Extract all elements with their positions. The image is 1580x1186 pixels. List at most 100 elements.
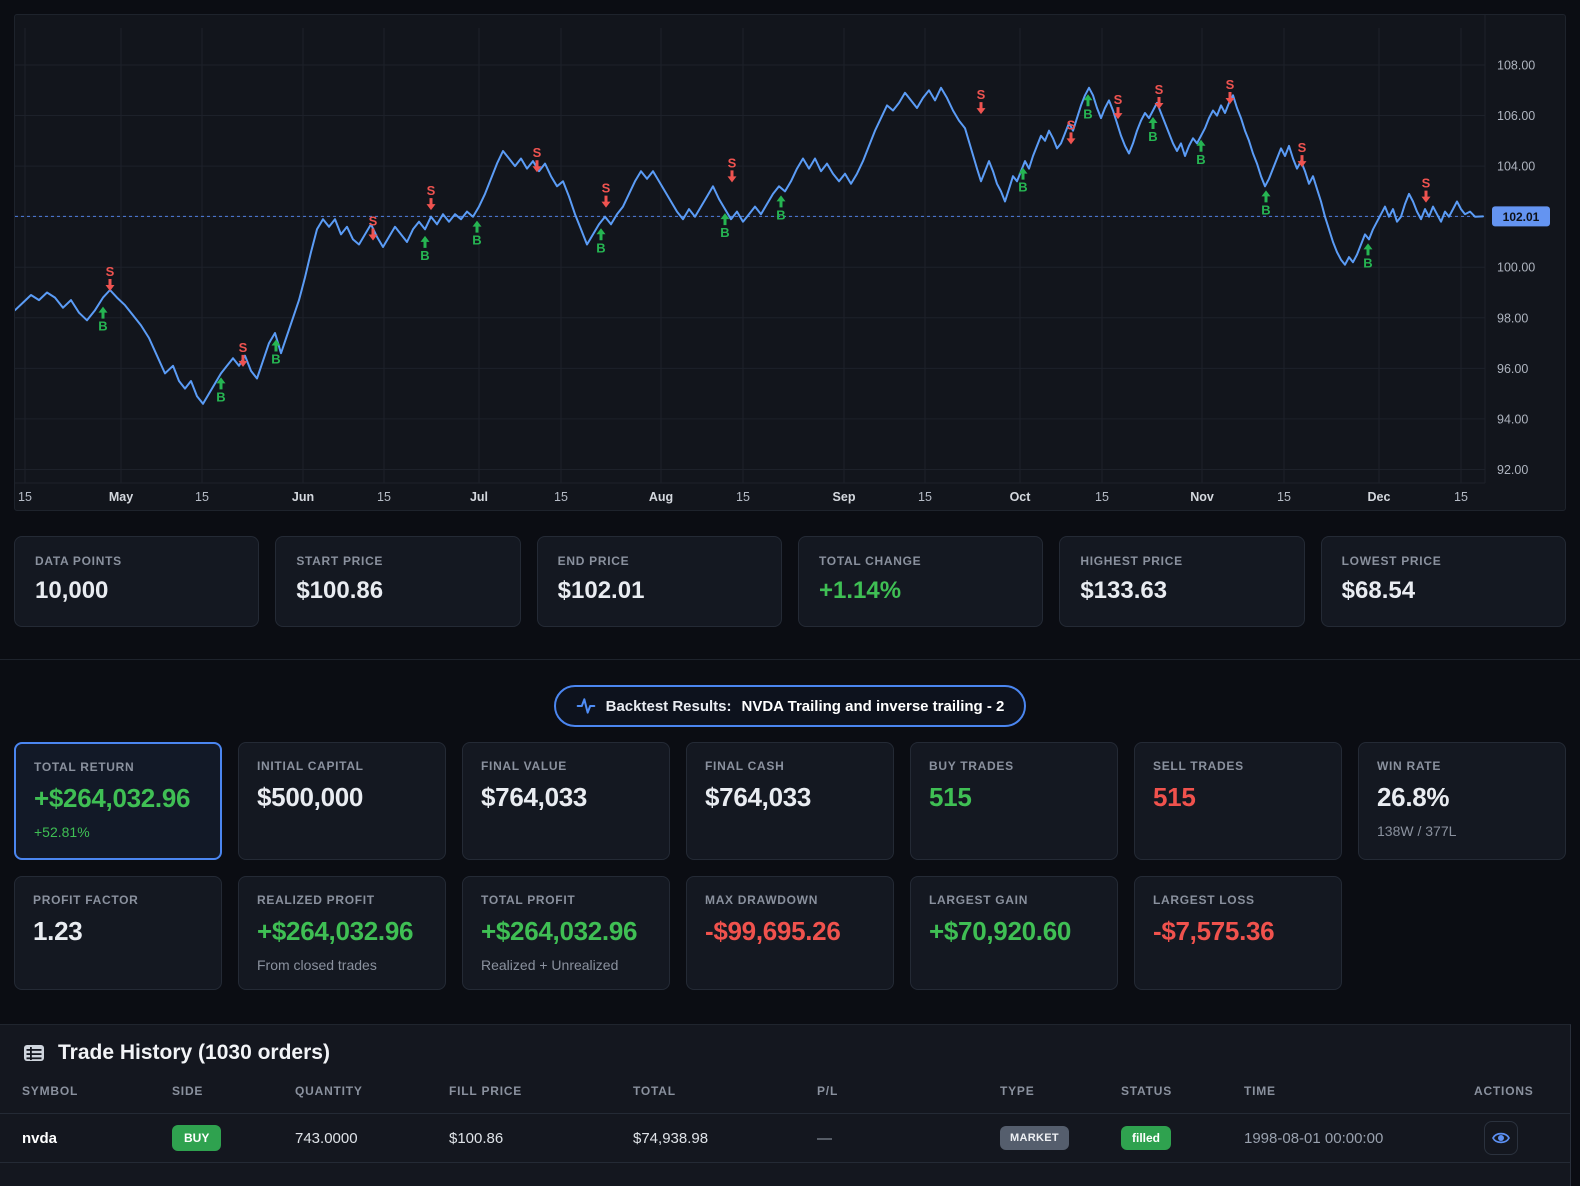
result-label: MAX DRAWDOWN [705,893,819,907]
result-value: 1.23 [33,916,83,946]
result-sub: Realized + Unrealized [481,957,619,973]
stat-card-end-price: END PRICE $102.01 [536,536,782,627]
svg-text:S: S [1155,82,1164,97]
price-chart[interactable]: 108.00 106.00 104.00 100.00 98.00 96.00 94.00 9… [14,14,1566,511]
svg-text:Dec: Dec [1368,490,1391,504]
result-card-total-return[interactable]: TOTAL RETURN +$264,032.96 +52.81% [14,742,222,860]
backtest-results-badge[interactable]: Backtest Results: NVDA Trailing and inver… [553,685,1027,727]
stat-value: $102.01 [557,577,645,604]
svg-text:S: S [533,145,542,160]
result-label: FINAL CASH [705,759,785,773]
price-chart-svg[interactable]: 108.00 106.00 104.00 100.00 98.00 96.00 94.00 9… [15,15,1567,512]
svg-text:B: B [216,389,225,404]
result-card-sell-trades: SELL TRADES 515 [1134,742,1342,860]
svg-text:15: 15 [195,490,209,504]
svg-text:104.00: 104.00 [1497,160,1535,174]
cell-side: BUY [172,1125,295,1151]
col-fill-price: FILL PRICE [449,1084,523,1098]
badge-strategy-name: NVDA Trailing and inverse trailing - 2 [741,697,1005,715]
svg-text:May: May [109,490,133,504]
result-card-largest-loss: LARGEST LOSS -$7,575.36 [1134,876,1342,990]
cell-type: MARKET [1000,1126,1121,1150]
stat-label: TOTAL CHANGE [818,554,922,568]
stat-value: $100.86 [296,577,384,604]
result-card-final-cash: FINAL CASH $764,033 [686,742,894,860]
badge-prefix: Backtest Results: [605,697,732,715]
svg-text:15: 15 [918,490,932,504]
cell-actions [1474,1121,1560,1155]
svg-text:S: S [1067,117,1076,132]
order-type-badge: MARKET [1000,1126,1069,1150]
table-list-icon [24,1045,44,1061]
svg-text:106.00: 106.00 [1497,109,1535,123]
result-card-total-profit: TOTAL PROFIT +$264,032.96 Realized + Unr… [462,876,670,990]
svg-text:15: 15 [1277,490,1291,504]
result-label: INITIAL CAPITAL [257,759,364,773]
svg-text:S: S [602,181,611,196]
svg-text:S: S [1114,92,1123,107]
cell-fill-price: $100.86 [449,1129,504,1147]
stat-value: +1.14% [818,577,902,604]
svg-text:Sep: Sep [833,490,856,504]
cell-total: $74,938.98 [633,1129,709,1147]
col-total: TOTAL [633,1084,676,1098]
svg-text:Jun: Jun [292,490,314,504]
stat-value: 10,000 [35,577,109,604]
col-quantity: QUANTITY [295,1084,363,1098]
result-sub: From closed trades [257,957,377,973]
trade-history-header: Trade History (1030 orders) [0,1025,1570,1065]
svg-text:S: S [427,183,436,198]
stat-label: DATA POINTS [35,554,122,568]
col-symbol: SYMBOL [22,1084,79,1098]
svg-text:B: B [596,240,605,255]
svg-text:S: S [1226,77,1235,92]
table-row[interactable]: nvda BUY 743.0000 $100.86 $74,938.98 — M… [0,1114,1570,1163]
svg-text:B: B [420,248,429,263]
cell-time: 1998-08-01 00:00:00 [1244,1129,1384,1147]
svg-text:B: B [1363,255,1372,270]
svg-text:B: B [776,207,785,222]
eye-icon [1492,1132,1510,1144]
result-sub: 138W / 377L [1377,823,1457,839]
side-badge: BUY [172,1125,222,1151]
result-label: FINAL VALUE [481,759,567,773]
svg-text:15: 15 [554,490,568,504]
result-label: LARGEST LOSS [1153,893,1255,907]
stat-value: $68.54 [1341,577,1416,604]
chart-stats-row: DATA POINTS 10,000 START PRICE $100.86 E… [14,536,1566,627]
result-card-final-value: FINAL VALUE $764,033 [462,742,670,860]
cell-status: filled [1121,1126,1244,1150]
svg-text:Oct: Oct [1010,490,1032,504]
svg-text:S: S [728,155,737,170]
col-status: STATUS [1121,1084,1173,1098]
svg-text:S: S [1422,176,1431,191]
svg-text:94.00: 94.00 [1497,412,1528,426]
svg-text:B: B [472,233,481,248]
result-value: $764,033 [705,782,812,812]
svg-text:S: S [1298,140,1307,155]
result-label: BUY TRADES [929,759,1014,773]
result-card-win-rate: WIN RATE 26.8% 138W / 377L [1358,742,1566,860]
badge-row: Backtest Results: NVDA Trailing and inver… [0,685,1580,727]
result-card-realized-profit: REALIZED PROFIT +$264,032.96 From closed… [238,876,446,990]
result-value: +$264,032.96 [257,916,414,946]
result-card-profit-factor: PROFIT FACTOR 1.23 [14,876,222,990]
stat-card-total-change: TOTAL CHANGE +1.14% [797,536,1044,627]
svg-text:B: B [1083,106,1092,121]
svg-text:B: B [1261,202,1270,217]
svg-text:B: B [720,225,729,240]
result-card-buy-trades: BUY TRADES 515 [910,742,1118,860]
view-order-button[interactable] [1484,1121,1518,1155]
svg-text:Nov: Nov [1190,490,1214,504]
svg-text:102.01: 102.01 [1503,210,1540,224]
svg-text:S: S [977,87,986,102]
svg-text:15: 15 [377,490,391,504]
result-label: REALIZED PROFIT [257,893,375,907]
results-row-1: TOTAL RETURN +$264,032.96 +52.81% INITIA… [14,742,1566,860]
result-value: +$264,032.96 [34,783,191,813]
result-label: WIN RATE [1377,759,1442,773]
stat-label: START PRICE [296,554,384,568]
svg-text:15: 15 [1095,490,1109,504]
result-value: +$70,920.60 [929,916,1072,946]
status-badge: filled [1121,1126,1172,1150]
